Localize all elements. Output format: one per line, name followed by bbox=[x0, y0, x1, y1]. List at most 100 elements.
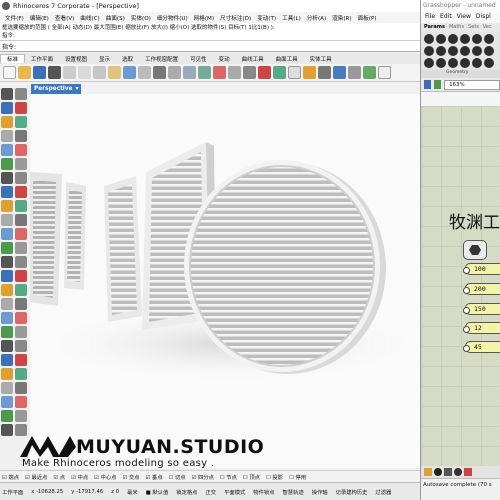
menu-surface[interactable]: 曲面(S) bbox=[103, 14, 128, 22]
gh-number-slider[interactable]: 100 bbox=[463, 263, 500, 275]
properties-icon[interactable] bbox=[333, 66, 346, 79]
left-tool-icon[interactable] bbox=[1, 340, 13, 352]
open-folder-icon[interactable] bbox=[18, 66, 31, 79]
gh-param-icon[interactable] bbox=[484, 58, 494, 68]
status-grid-snap[interactable]: 锁定格点 bbox=[176, 488, 205, 496]
left-tool-icon[interactable] bbox=[15, 410, 27, 422]
osnap-point[interactable]: ☑ 点 bbox=[53, 473, 71, 481]
gh-number-slider[interactable]: 45 bbox=[463, 341, 500, 353]
left-tool-icon[interactable] bbox=[15, 130, 27, 142]
left-tool-icon[interactable] bbox=[1, 368, 13, 380]
gh-menu-view[interactable]: View bbox=[457, 13, 471, 22]
wireframe-icon[interactable] bbox=[258, 66, 271, 79]
left-tool-icon[interactable] bbox=[15, 214, 27, 226]
gh-folder-icon[interactable] bbox=[424, 468, 432, 476]
gh-menu-file[interactable]: File bbox=[425, 13, 435, 22]
gh-param-icon[interactable] bbox=[472, 46, 482, 56]
grasshopper-icon[interactable] bbox=[363, 66, 376, 79]
new-file-icon[interactable] bbox=[3, 66, 16, 79]
left-tool-icon[interactable] bbox=[1, 312, 13, 324]
options-gear-icon[interactable] bbox=[348, 66, 361, 79]
osnap-end[interactable]: ☑ 端点 bbox=[2, 473, 25, 481]
gh-zoom-field[interactable]: 163% bbox=[444, 79, 500, 90]
tab-cplanes[interactable]: 工作平面 bbox=[25, 55, 59, 63]
menu-analyze[interactable]: 分析(A) bbox=[304, 14, 329, 22]
paste-icon[interactable] bbox=[108, 66, 121, 79]
status-gumball[interactable]: 操作轴 bbox=[312, 488, 336, 496]
gh-param-icon[interactable] bbox=[484, 34, 494, 44]
osnap-knot[interactable]: ☐ 节点 bbox=[220, 473, 243, 481]
rotate-view-icon[interactable] bbox=[153, 66, 166, 79]
import-icon[interactable] bbox=[63, 66, 76, 79]
tab-curve-tools[interactable]: 曲线工具 bbox=[236, 55, 270, 63]
menu-file[interactable]: 文件(F) bbox=[2, 14, 27, 22]
left-tool-icon[interactable] bbox=[15, 242, 27, 254]
gh-param-icon[interactable] bbox=[484, 46, 494, 56]
tab-visibility[interactable]: 可见性 bbox=[184, 55, 213, 63]
left-tool-icon[interactable] bbox=[1, 298, 13, 310]
menu-view[interactable]: 查看(V) bbox=[52, 14, 77, 22]
left-tool-icon[interactable] bbox=[15, 116, 27, 128]
status-history[interactable]: 记录建构历史 bbox=[336, 488, 376, 496]
left-tool-icon[interactable] bbox=[1, 130, 13, 142]
layer-icon[interactable] bbox=[318, 66, 331, 79]
left-tool-icon[interactable] bbox=[1, 214, 13, 226]
pan-hand-icon[interactable] bbox=[138, 66, 151, 79]
left-tool-icon[interactable] bbox=[1, 256, 13, 268]
zoom-selected-icon[interactable] bbox=[213, 66, 226, 79]
menu-mesh[interactable]: 网格(M) bbox=[191, 14, 217, 22]
menu-panels[interactable]: 面板(P) bbox=[355, 14, 380, 22]
gh-preview-icon[interactable] bbox=[434, 80, 442, 89]
left-tool-icon[interactable] bbox=[1, 326, 13, 338]
tab-viewport-layout[interactable]: 工作视窗配置 bbox=[139, 55, 184, 63]
left-tool-icon[interactable] bbox=[15, 326, 27, 338]
osnap-disable[interactable]: ☐ 停用 bbox=[289, 473, 312, 481]
left-tool-icon[interactable] bbox=[15, 270, 27, 282]
gh-sphere-icon[interactable] bbox=[434, 468, 442, 476]
menu-dimension[interactable]: 尺寸标注(D) bbox=[217, 14, 254, 22]
print-icon[interactable] bbox=[48, 66, 61, 79]
gh-globe-icon[interactable] bbox=[454, 468, 462, 476]
gh-tab-params[interactable]: Params bbox=[424, 24, 445, 31]
left-tool-icon[interactable] bbox=[15, 228, 27, 240]
left-tool-icon[interactable] bbox=[1, 354, 13, 366]
gh-number-slider[interactable]: 200 bbox=[463, 283, 500, 295]
left-tool-icon[interactable] bbox=[1, 144, 13, 156]
left-tool-icon[interactable] bbox=[15, 200, 27, 212]
gh-number-slider[interactable]: 12 bbox=[463, 322, 500, 334]
gh-menu-display[interactable]: Displ bbox=[476, 13, 491, 22]
undo-view-icon[interactable] bbox=[228, 66, 241, 79]
gh-param-icon[interactable] bbox=[472, 34, 482, 44]
menu-render[interactable]: 渲染(R) bbox=[329, 14, 354, 22]
menu-edit[interactable]: 编辑(E) bbox=[27, 14, 52, 22]
left-tool-icon[interactable] bbox=[15, 144, 27, 156]
gh-tab-sets[interactable]: Sets bbox=[468, 24, 479, 31]
osnap-project[interactable]: ☐ 投影 bbox=[266, 473, 289, 481]
cut-icon[interactable] bbox=[78, 66, 91, 79]
left-tool-icon[interactable] bbox=[15, 396, 27, 408]
left-tool-icon[interactable] bbox=[1, 228, 13, 240]
left-tool-icon[interactable] bbox=[15, 368, 27, 380]
left-tool-icon[interactable] bbox=[15, 354, 27, 366]
gh-param-icon[interactable] bbox=[460, 58, 470, 68]
osnap-vertex[interactable]: ☐ 顶点 bbox=[243, 473, 266, 481]
left-tool-icon[interactable] bbox=[1, 410, 13, 422]
left-tool-icon[interactable] bbox=[1, 88, 13, 100]
help-icon[interactable] bbox=[378, 66, 391, 79]
osnap-center[interactable]: ☑ 中心点 bbox=[94, 473, 122, 481]
menu-subd[interactable]: 细分物件(U) bbox=[154, 14, 191, 22]
gh-tab-maths[interactable]: Maths bbox=[449, 24, 464, 31]
left-tool-icon[interactable] bbox=[1, 116, 13, 128]
perspective-viewport[interactable] bbox=[30, 94, 420, 468]
shaded-icon[interactable] bbox=[273, 66, 286, 79]
osnap-tangent[interactable]: ☐ 切点 bbox=[169, 473, 192, 481]
left-tool-icon[interactable] bbox=[1, 424, 13, 436]
lightbulb-icon[interactable] bbox=[303, 66, 316, 79]
status-ortho[interactable]: 正交 bbox=[205, 488, 224, 496]
gh-param-icon[interactable] bbox=[472, 58, 482, 68]
left-tool-icon[interactable] bbox=[15, 158, 27, 170]
copy-icon[interactable] bbox=[93, 66, 106, 79]
dropdown-arrow-icon[interactable]: ▾ bbox=[75, 86, 78, 92]
osnap-near[interactable]: ☑ 最近点 bbox=[25, 473, 53, 481]
gh-hexagon-component[interactable] bbox=[463, 240, 487, 260]
